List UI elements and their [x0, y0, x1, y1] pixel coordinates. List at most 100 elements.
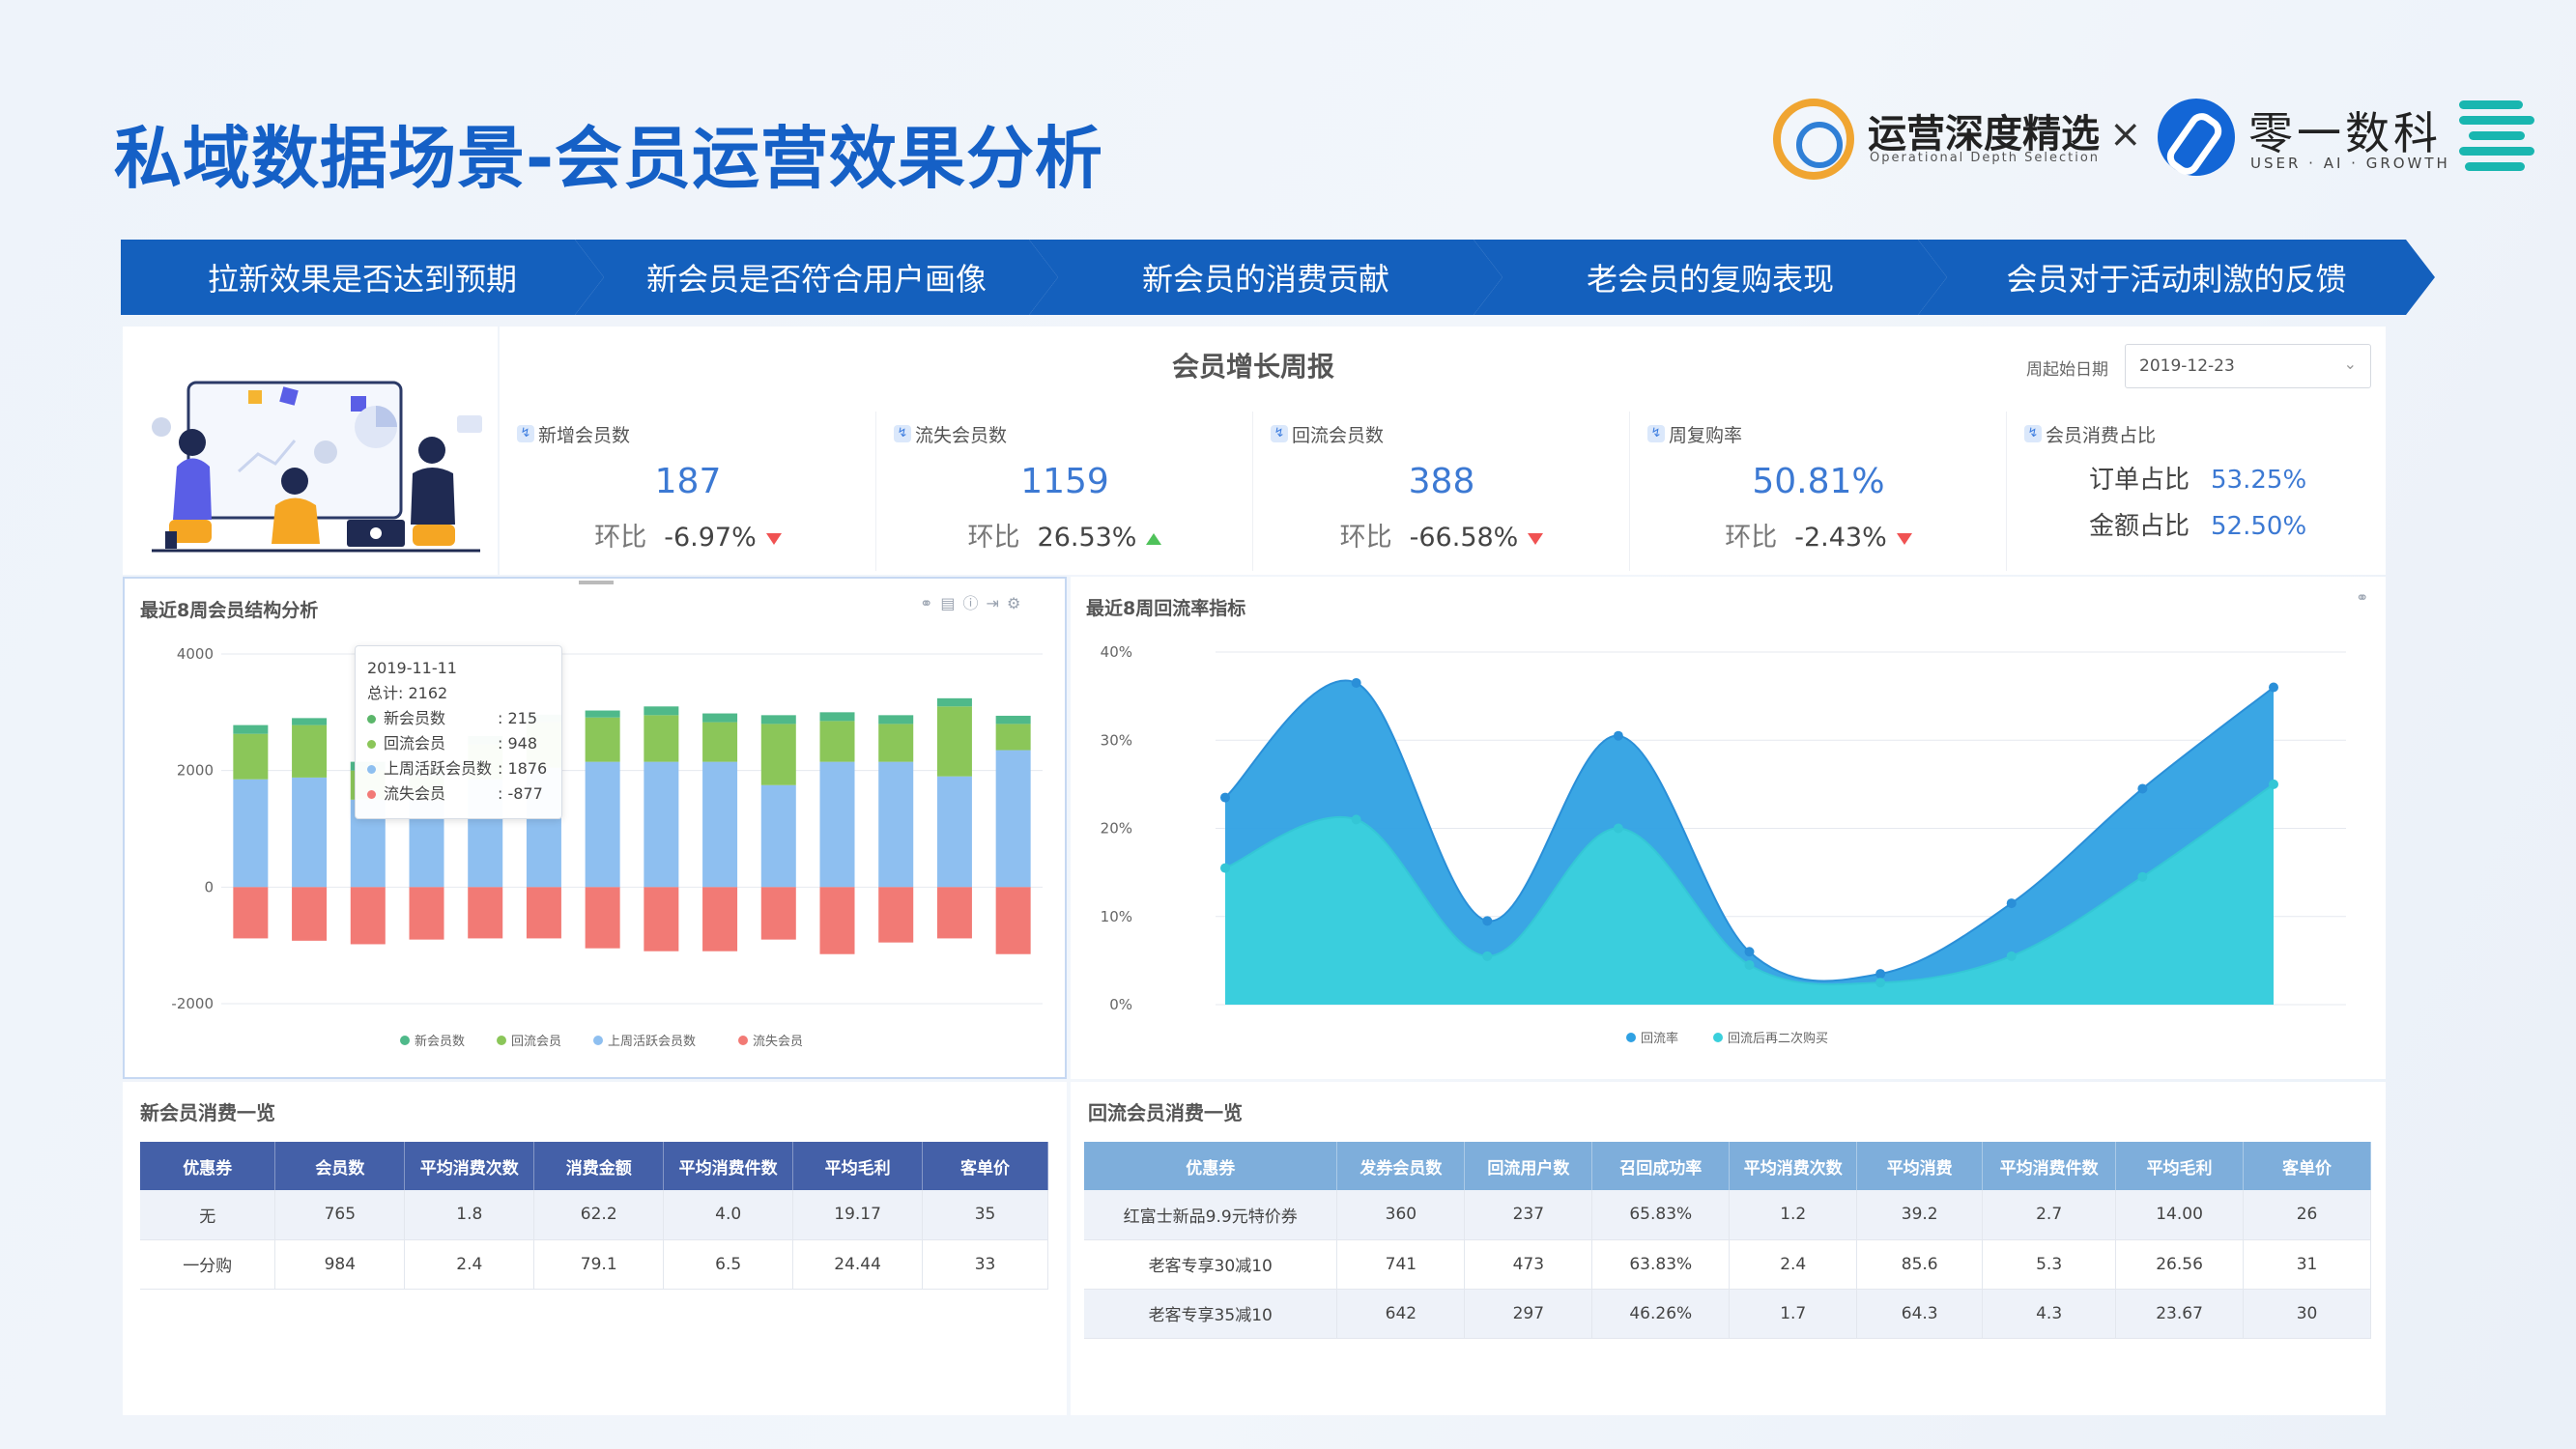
bar-segment[interactable]: [936, 776, 972, 888]
bar-segment[interactable]: [409, 887, 444, 940]
bar-segment[interactable]: [936, 697, 972, 707]
link-icon[interactable]: ⚭: [2356, 588, 2376, 607]
data-point[interactable]: [1875, 969, 1886, 980]
data-point[interactable]: [1613, 730, 1623, 741]
bar-segment[interactable]: [760, 724, 796, 785]
column-header[interactable]: 平均消费次数: [404, 1142, 535, 1190]
data-point[interactable]: [2137, 871, 2148, 882]
bar-segment[interactable]: [585, 710, 620, 718]
bar-segment[interactable]: [350, 887, 386, 945]
bar-segment[interactable]: [995, 724, 1031, 751]
bar-segment[interactable]: [702, 713, 738, 723]
bar-segment[interactable]: [292, 724, 328, 778]
legend-label[interactable]: 回流后再二次购买: [1728, 1031, 1828, 1046]
bar-segment[interactable]: [644, 887, 679, 952]
y-tick-label: 20%: [1101, 820, 1132, 838]
legend-label[interactable]: 上周活跃会员数: [608, 1035, 696, 1049]
data-point[interactable]: [2269, 682, 2278, 693]
data-point[interactable]: [1744, 959, 1755, 970]
bar-segment[interactable]: [760, 887, 796, 940]
info-icon[interactable]: ⓘ: [963, 594, 987, 612]
bar-segment[interactable]: [819, 761, 855, 888]
date-picker[interactable]: 2019-12-23 ⌄: [2125, 344, 2371, 388]
column-header[interactable]: 平均消费件数: [663, 1142, 794, 1190]
bar-segment[interactable]: [292, 777, 328, 888]
bar-segment[interactable]: [585, 761, 620, 888]
bar-segment[interactable]: [644, 761, 679, 888]
drag-handle[interactable]: [579, 581, 614, 584]
bar-segment[interactable]: [526, 887, 561, 939]
legend-label[interactable]: 回流会员: [511, 1035, 561, 1049]
bar-segment[interactable]: [644, 706, 679, 716]
column-header[interactable]: 平均消费件数: [1982, 1142, 2117, 1190]
bar-segment[interactable]: [995, 750, 1031, 888]
bar-segment[interactable]: [585, 717, 620, 762]
data-point[interactable]: [1220, 792, 1230, 803]
bar-segment[interactable]: [292, 718, 328, 725]
bar-segment[interactable]: [702, 722, 738, 762]
bar-segment[interactable]: [233, 887, 269, 939]
settings-icon[interactable]: ⚙: [1007, 594, 1028, 612]
data-point[interactable]: [1351, 677, 1361, 688]
step-3[interactable]: 新会员的消费贡献: [1029, 240, 1503, 315]
bar-segment[interactable]: [936, 887, 972, 939]
data-point[interactable]: [1220, 863, 1230, 873]
bar-segment[interactable]: [878, 715, 914, 724]
bar-segment[interactable]: [468, 887, 503, 939]
step-2[interactable]: 新会员是否符合用户画像: [575, 240, 1058, 315]
bar-segment[interactable]: [878, 724, 914, 762]
bar-segment[interactable]: [644, 715, 679, 762]
column-header[interactable]: 平均毛利: [792, 1142, 924, 1190]
bar-segment[interactable]: [878, 761, 914, 888]
data-point[interactable]: [2269, 779, 2278, 789]
bar-segment[interactable]: [702, 761, 738, 888]
column-header[interactable]: 客单价: [2243, 1142, 2371, 1190]
column-header[interactable]: 平均毛利: [2115, 1142, 2245, 1190]
column-header[interactable]: 消费金额: [533, 1142, 665, 1190]
bar-segment[interactable]: [936, 706, 972, 777]
column-header[interactable]: 优惠券: [1084, 1142, 1338, 1190]
data-point[interactable]: [1482, 951, 1493, 961]
data-point[interactable]: [2006, 898, 2017, 909]
kpi-weekly-repurchase: ↯ 周复购率 50.81% 环比 -2.43%: [1630, 412, 2007, 571]
data-point[interactable]: [2137, 783, 2148, 794]
step-5[interactable]: 会员对于活动刺激的反馈: [1918, 240, 2435, 315]
legend-label[interactable]: 新会员数: [415, 1034, 465, 1049]
bar-segment[interactable]: [760, 784, 796, 888]
bar-segment[interactable]: [819, 712, 855, 722]
bar-segment[interactable]: [233, 733, 269, 780]
column-header[interactable]: 客单价: [922, 1142, 1048, 1190]
bar-segment[interactable]: [585, 887, 620, 949]
bar-segment[interactable]: [702, 887, 738, 952]
legend-label[interactable]: 流失会员: [753, 1035, 803, 1049]
link-icon[interactable]: ⚭: [920, 594, 940, 612]
data-point[interactable]: [1875, 978, 1886, 988]
table-icon[interactable]: ▤: [940, 594, 962, 612]
data-point[interactable]: [1613, 823, 1623, 834]
bar-segment[interactable]: [819, 721, 855, 762]
bar-segment[interactable]: [233, 724, 269, 734]
bar-segment[interactable]: [819, 887, 855, 954]
data-point[interactable]: [1351, 814, 1361, 825]
step-1[interactable]: 拉新效果是否达到预期: [121, 240, 604, 315]
export-icon[interactable]: ⇥: [987, 594, 1007, 612]
bar-segment[interactable]: [878, 887, 914, 943]
ratio-value: -6.97%: [664, 523, 757, 553]
data-point[interactable]: [1744, 947, 1755, 957]
bar-segment[interactable]: [995, 715, 1031, 724]
bar-segment[interactable]: [760, 715, 796, 724]
column-header[interactable]: 会员数: [274, 1142, 406, 1190]
bar-segment[interactable]: [995, 887, 1031, 954]
data-point[interactable]: [1482, 916, 1493, 926]
column-header[interactable]: 发券会员数: [1336, 1142, 1466, 1190]
column-header[interactable]: 平均消费: [1856, 1142, 1984, 1190]
data-point[interactable]: [2006, 951, 2017, 961]
legend-label[interactable]: 回流率: [1641, 1031, 1678, 1046]
column-header[interactable]: 召回成功率: [1591, 1142, 1731, 1190]
column-header[interactable]: 优惠券: [140, 1142, 276, 1190]
bar-segment[interactable]: [292, 887, 328, 941]
column-header[interactable]: 平均消费次数: [1729, 1142, 1858, 1190]
column-header[interactable]: 回流用户数: [1464, 1142, 1593, 1190]
bar-segment[interactable]: [233, 779, 269, 888]
step-4[interactable]: 老会员的复购表现: [1474, 240, 1947, 315]
